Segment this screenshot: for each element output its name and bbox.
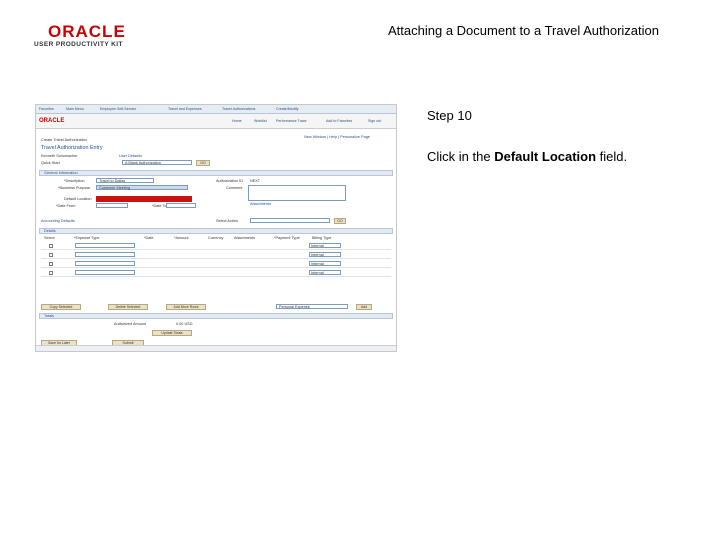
header-bar: ORACLE Home Worklist Performance Trace A…	[36, 114, 396, 129]
page-links[interactable]: New Window | Help | Personalize Page	[304, 135, 370, 139]
quick-start-select[interactable]: A Blank Authorization	[122, 160, 192, 165]
expense-type-select[interactable]	[75, 252, 135, 257]
billing-type-select[interactable]: Internal	[309, 243, 341, 248]
table-row: Internal	[41, 251, 391, 259]
row-select-checkbox[interactable]	[49, 253, 53, 257]
date-to-label: *Date To	[152, 204, 167, 208]
portal-nav-bar: Favorites Main Menu Employee Self-Servic…	[36, 105, 396, 114]
user-defaults-link[interactable]: User Defaults	[119, 154, 142, 158]
instruction-field-name: Default Location	[494, 149, 597, 164]
application-screenshot: Favorites Main Menu Employee Self-Servic…	[35, 104, 397, 352]
col-payment-type: *Payment Type	[274, 236, 300, 240]
comment-label: Comment	[226, 186, 243, 190]
nav-link-travel-expenses[interactable]: Travel and Expenses	[168, 107, 202, 111]
table-row: Internal	[41, 269, 391, 277]
col-select: Select	[44, 236, 55, 240]
top-link-add-favorites[interactable]: Add to Favorites	[326, 119, 352, 123]
description-label: *Description	[64, 179, 85, 183]
nav-link-favorites[interactable]: Favorites	[39, 107, 54, 111]
page-heading: Travel Authorization Entry	[41, 145, 103, 151]
instruction-suffix: field.	[596, 149, 628, 164]
billing-option-select[interactable]: Personal Expense	[276, 304, 348, 309]
nav-link-travel-auth[interactable]: Travel Authorizations	[222, 107, 255, 111]
date-from-field[interactable]	[96, 203, 128, 208]
business-purpose-label: *Business Purpose	[58, 186, 91, 190]
billing-type-select[interactable]: Internal	[309, 252, 341, 257]
col-amount: *Amount	[174, 236, 189, 240]
logo-main-text: ORACLE	[48, 22, 126, 41]
billing-type-select[interactable]: Internal	[309, 261, 341, 266]
logo-sub-text: USER PRODUCTIVITY KIT	[34, 41, 123, 48]
general-info-section[interactable]: General Information	[39, 170, 393, 176]
row-select-checkbox[interactable]	[49, 271, 53, 275]
col-expense-type: *Expense Type	[74, 236, 100, 240]
col-billing-type: Billing Type	[312, 236, 332, 240]
select-action-dropdown[interactable]	[250, 218, 330, 223]
date-from-label: *Date From	[56, 204, 76, 208]
horizontal-scrollbar[interactable]	[36, 345, 396, 351]
oracle-upk-logo: ORACLE USER PRODUCTIVITY KIT	[34, 22, 154, 50]
default-location-field-highlight[interactable]	[96, 196, 192, 202]
date-to-field[interactable]	[166, 203, 196, 208]
col-date: *Date	[144, 236, 154, 240]
accounting-defaults-link[interactable]: Accounting Defaults	[41, 219, 75, 223]
business-purpose-select[interactable]: Customer Meeting	[96, 185, 188, 190]
totals-header: Totals	[39, 313, 393, 319]
step-instruction: Click in the Default Location field.	[427, 149, 627, 164]
copy-selected-button[interactable]: Copy Selected	[41, 304, 81, 310]
expense-type-select[interactable]	[75, 270, 135, 275]
nav-link-main-menu[interactable]: Main Menu	[66, 107, 84, 111]
nav-link-ess[interactable]: Employee Self-Service	[100, 107, 136, 111]
mini-oracle-logo: ORACLE	[39, 118, 65, 124]
instruction-prefix: Click in the	[427, 149, 495, 164]
authorization-id-label: Authorization ID	[216, 179, 244, 183]
quick-start-go-button[interactable]: GO	[196, 160, 210, 166]
row-select-checkbox[interactable]	[49, 262, 53, 266]
billing-type-select[interactable]: Internal	[309, 270, 341, 275]
quick-start-label: Quick Start	[41, 161, 60, 165]
top-link-sign-out[interactable]: Sign out	[368, 119, 381, 123]
table-row: Internal	[41, 242, 391, 250]
expense-type-select[interactable]	[75, 243, 135, 248]
authorized-amount-value: 0.00 USD	[176, 322, 193, 326]
col-currency: Currency	[208, 236, 224, 240]
nav-link-create-modify[interactable]: Create/Modify	[276, 107, 298, 111]
authorization-id-value: NEXT	[250, 179, 261, 183]
table-row: Internal	[41, 260, 391, 268]
add-button[interactable]: Add	[356, 304, 372, 310]
details-header: Details	[39, 228, 393, 234]
comment-field[interactable]	[248, 185, 346, 201]
step-label: Step 10	[427, 108, 472, 123]
col-attachments: Attachments	[234, 236, 256, 240]
update-totals-button[interactable]: Update Totals	[152, 330, 192, 336]
attachments-link[interactable]: Attachments	[250, 202, 271, 206]
expense-type-select[interactable]	[75, 261, 135, 266]
authorized-amount-label: Authorized Amount	[114, 322, 147, 326]
breadcrumb: Create Travel Authorization	[41, 138, 87, 142]
description-field[interactable]: Travel to Dallas	[96, 178, 154, 183]
row-select-checkbox[interactable]	[49, 244, 53, 248]
action-go-button[interactable]: GO	[334, 218, 346, 224]
select-action-label: Select Action	[216, 219, 238, 223]
top-link-perf-trace[interactable]: Performance Trace	[276, 119, 307, 123]
top-link-worklist[interactable]: Worklist	[254, 119, 267, 123]
page-title: Attaching a Document to a Travel Authori…	[388, 23, 659, 38]
delete-selected-button[interactable]: Delete Selected	[108, 304, 148, 310]
default-location-label: Default Location	[64, 197, 92, 201]
employee-name: Kenneth Schumacher	[41, 154, 78, 158]
add-more-rows-button[interactable]: Add More Rows	[166, 304, 206, 310]
top-link-home[interactable]: Home	[232, 119, 242, 123]
